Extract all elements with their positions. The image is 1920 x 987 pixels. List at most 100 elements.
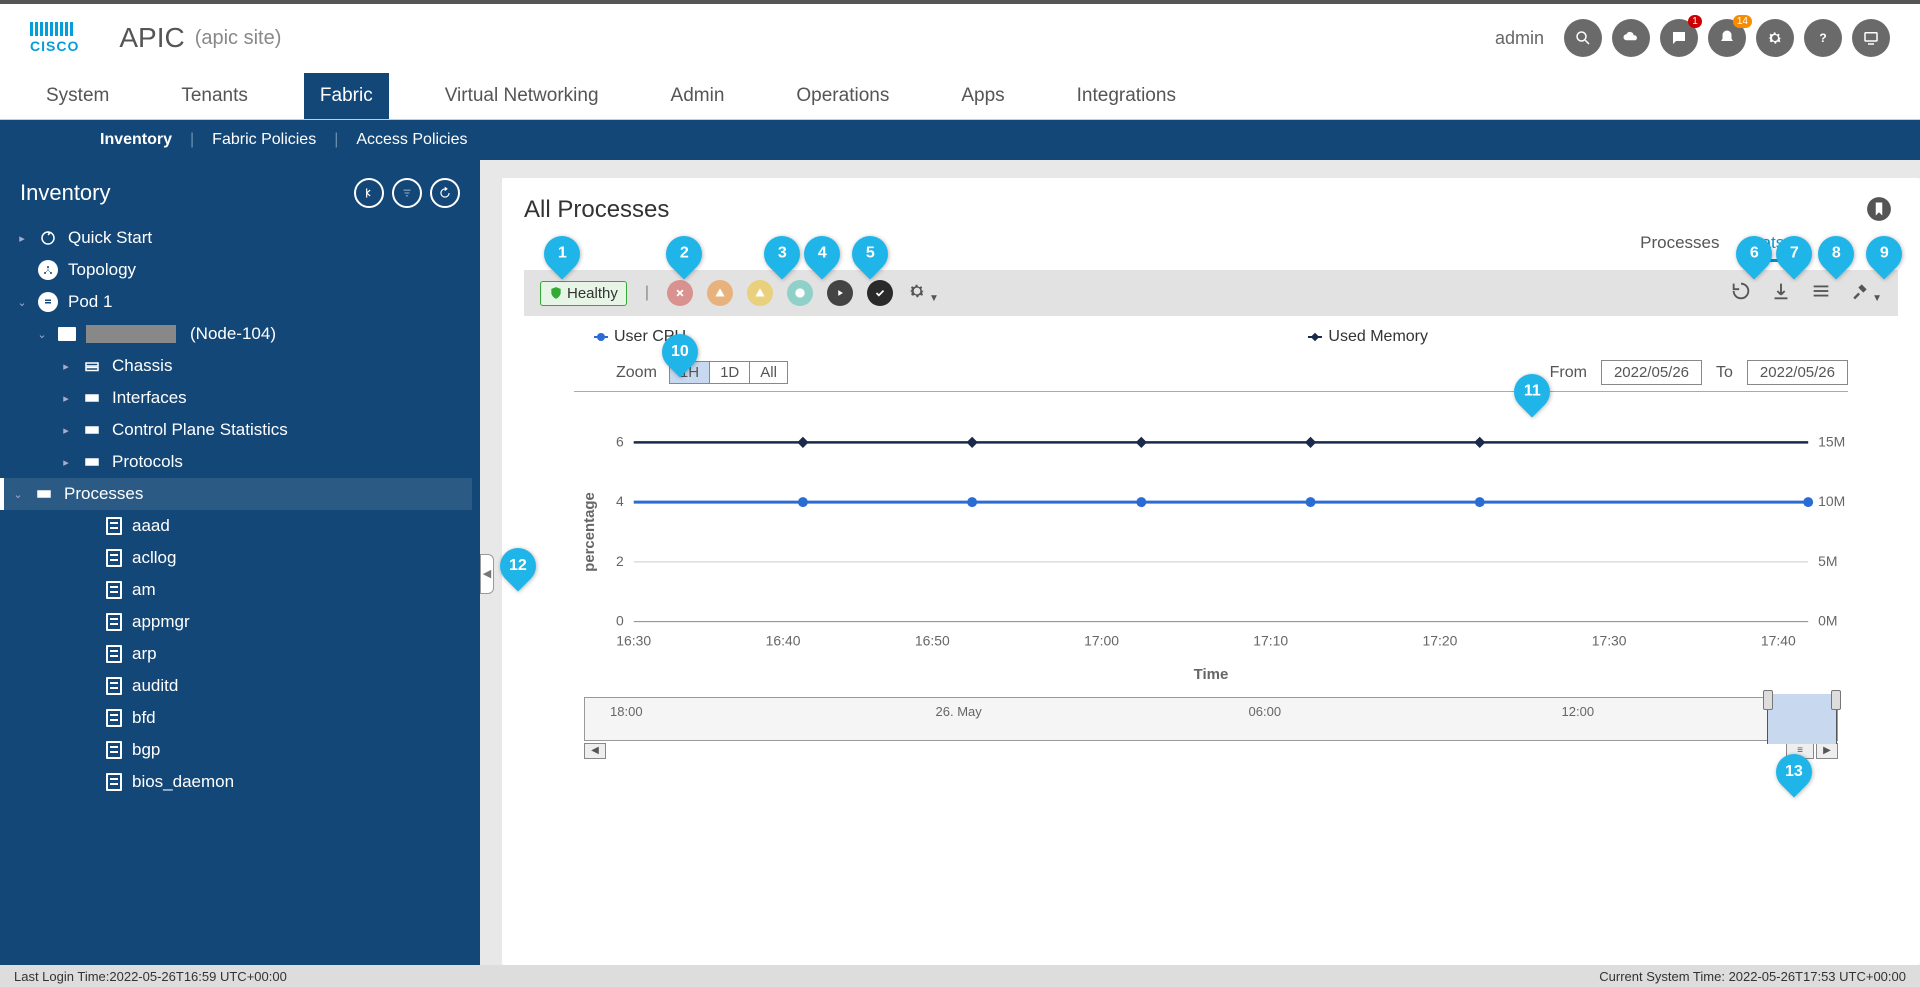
tools-icon[interactable]: ▼ [1850, 281, 1882, 306]
last-login-value: 2022-05-26T16:59 UTC+00:00 [109, 969, 286, 984]
side-title: Inventory [20, 180, 111, 206]
brand-text: CISCO [30, 38, 79, 54]
search-icon[interactable] [1564, 19, 1602, 57]
svg-text:10M: 10M [1818, 493, 1845, 509]
app-subtitle: (apic site) [195, 27, 282, 50]
tab-fabric[interactable]: Fabric [304, 73, 389, 119]
tree-proc-am[interactable]: am [0, 574, 472, 606]
main-content: All Processes Processes Stats x st Healt… [480, 160, 1920, 965]
health-badge[interactable]: Healthy [540, 281, 627, 306]
chart-area: User CPU Used Memory Zoom 1H 1D All From… [524, 316, 1898, 761]
navigator-handle-left[interactable] [1763, 690, 1773, 710]
tree-interfaces[interactable]: ▸Interfaces [0, 382, 472, 414]
tree-cps[interactable]: ▸Control Plane Statistics [0, 414, 472, 446]
tab-integrations[interactable]: Integrations [1061, 73, 1192, 119]
chart-plot: 6 4 2 0 15M 10M 5M 0M percentage KB [574, 402, 1848, 662]
nav-tabs: System Tenants Fabric Virtual Networking… [0, 72, 1920, 120]
chat-icon[interactable]: 1 [1660, 19, 1698, 57]
refresh-icon[interactable] [1730, 280, 1752, 307]
fault-critical-icon[interactable] [667, 280, 693, 306]
tab-apps[interactable]: Apps [945, 73, 1020, 119]
tree-protocols[interactable]: ▸Protocols [0, 446, 472, 478]
fault-major-icon[interactable] [707, 280, 733, 306]
svg-text:0M: 0M [1818, 613, 1837, 629]
svg-text:6: 6 [616, 433, 624, 449]
side-panel: Inventory ▸Quick Start Topology ⌄Pod 1 ⌄… [0, 160, 480, 965]
menu-icon[interactable] [1810, 280, 1832, 307]
tab-virtual-networking[interactable]: Virtual Networking [429, 73, 615, 119]
tree-pod-1[interactable]: ⌄Pod 1 [0, 286, 472, 318]
svg-text:16:50: 16:50 [915, 632, 950, 648]
download-icon[interactable] [1770, 280, 1792, 307]
play-icon[interactable] [827, 280, 853, 306]
check-icon[interactable] [867, 280, 893, 306]
tree-proc-arp[interactable]: arp [0, 638, 472, 670]
side-collapse-handle[interactable]: ◀ [480, 554, 494, 594]
fault-warning-icon[interactable] [787, 280, 813, 306]
username-label[interactable]: admin [1495, 28, 1544, 49]
tree-proc-auditd[interactable]: auditd [0, 670, 472, 702]
navigator-handle-right[interactable] [1831, 690, 1841, 710]
tab-system[interactable]: System [30, 73, 125, 119]
tab-operations[interactable]: Operations [780, 73, 905, 119]
main-card: All Processes Processes Stats x st Healt… [502, 178, 1920, 965]
stats-toolbar: Healthy | ▼ ▼ [524, 270, 1898, 316]
zoom-1h[interactable]: 1H [670, 362, 710, 383]
to-label: To [1716, 364, 1733, 382]
legend-usedmem[interactable]: Used Memory [1308, 328, 1428, 346]
help-icon[interactable]: ? [1804, 19, 1842, 57]
current-time-label: Current System Time: [1599, 969, 1728, 984]
navigator-right-arrow[interactable]: ▶ [1816, 743, 1838, 759]
navigator-left-arrow[interactable]: ◀ [584, 743, 606, 759]
from-date-input[interactable]: 2022/05/26 [1601, 360, 1702, 385]
content-tabs: Processes Stats x st [524, 233, 1838, 262]
tree-proc-aaad[interactable]: aaad [0, 510, 472, 542]
tree-node-104[interactable]: ⌄(Node-104) [0, 318, 472, 350]
svg-text:16:30: 16:30 [616, 632, 651, 648]
side-header: Inventory [0, 160, 480, 222]
toolbar-settings-icon[interactable]: ▼ [907, 281, 939, 306]
tree-topology[interactable]: Topology [0, 254, 472, 286]
svg-text:17:30: 17:30 [1592, 632, 1627, 648]
ctab-stats[interactable]: Stats [1746, 233, 1785, 262]
svg-text:17:00: 17:00 [1084, 632, 1119, 648]
to-date-input[interactable]: 2022/05/26 [1747, 360, 1848, 385]
bookmark-icon[interactable] [1866, 196, 1892, 227]
tree-scroll[interactable]: ▸Quick Start Topology ⌄Pod 1 ⌄(Node-104)… [0, 222, 480, 965]
tree-quick-start[interactable]: ▸Quick Start [0, 222, 472, 254]
legend-usercpu[interactable]: User CPU [594, 328, 686, 346]
panel-refresh-icon[interactable] [430, 178, 460, 208]
chart-legend: User CPU Used Memory [574, 328, 1848, 346]
tree-chassis[interactable]: ▸Chassis [0, 350, 472, 382]
ctab-processes[interactable]: Processes [1640, 233, 1719, 262]
tree-proc-appmgr[interactable]: appmgr [0, 606, 472, 638]
fault-minor-icon[interactable] [747, 280, 773, 306]
tab-tenants[interactable]: Tenants [165, 73, 264, 119]
svg-text:4: 4 [616, 493, 624, 509]
panel-collapse-icon[interactable] [354, 178, 384, 208]
subnav-fabric-policies[interactable]: Fabric Policies [212, 131, 316, 149]
svg-text:15M: 15M [1818, 433, 1845, 449]
tree-proc-bgp[interactable]: bgp [0, 734, 472, 766]
gear-icon[interactable] [1756, 19, 1794, 57]
panel-filter-icon[interactable] [392, 178, 422, 208]
navigator-selection[interactable] [1767, 694, 1837, 744]
zoom-row: Zoom 1H 1D All From 2022/05/26 To 2022/0… [574, 360, 1848, 392]
current-time-value: 2022-05-26T17:53 UTC+00:00 [1729, 969, 1906, 984]
tab-admin[interactable]: Admin [655, 73, 741, 119]
cloud-icon[interactable] [1612, 19, 1650, 57]
subnav-inventory[interactable]: Inventory [100, 131, 172, 149]
chart-navigator[interactable]: 18:00 26. May 06:00 12:00 ◀ ≡ ▶ [574, 697, 1848, 753]
zoom-1d[interactable]: 1D [710, 362, 750, 383]
svg-text:17:20: 17:20 [1423, 632, 1458, 648]
tree-proc-biosdaemon[interactable]: bios_daemon [0, 766, 472, 798]
monitor-icon[interactable] [1852, 19, 1890, 57]
bell-icon[interactable]: 14 [1708, 19, 1746, 57]
subnav-access-policies[interactable]: Access Policies [356, 131, 467, 149]
tree-proc-acllog[interactable]: acllog [0, 542, 472, 574]
tree-proc-bfd[interactable]: bfd [0, 702, 472, 734]
zoom-all[interactable]: All [750, 362, 787, 383]
navigator-scroll-thumb[interactable]: ≡ [1786, 743, 1814, 759]
tree-processes[interactable]: ⌄Processes [0, 478, 472, 510]
ctab-partial[interactable]: st [1825, 233, 1838, 262]
